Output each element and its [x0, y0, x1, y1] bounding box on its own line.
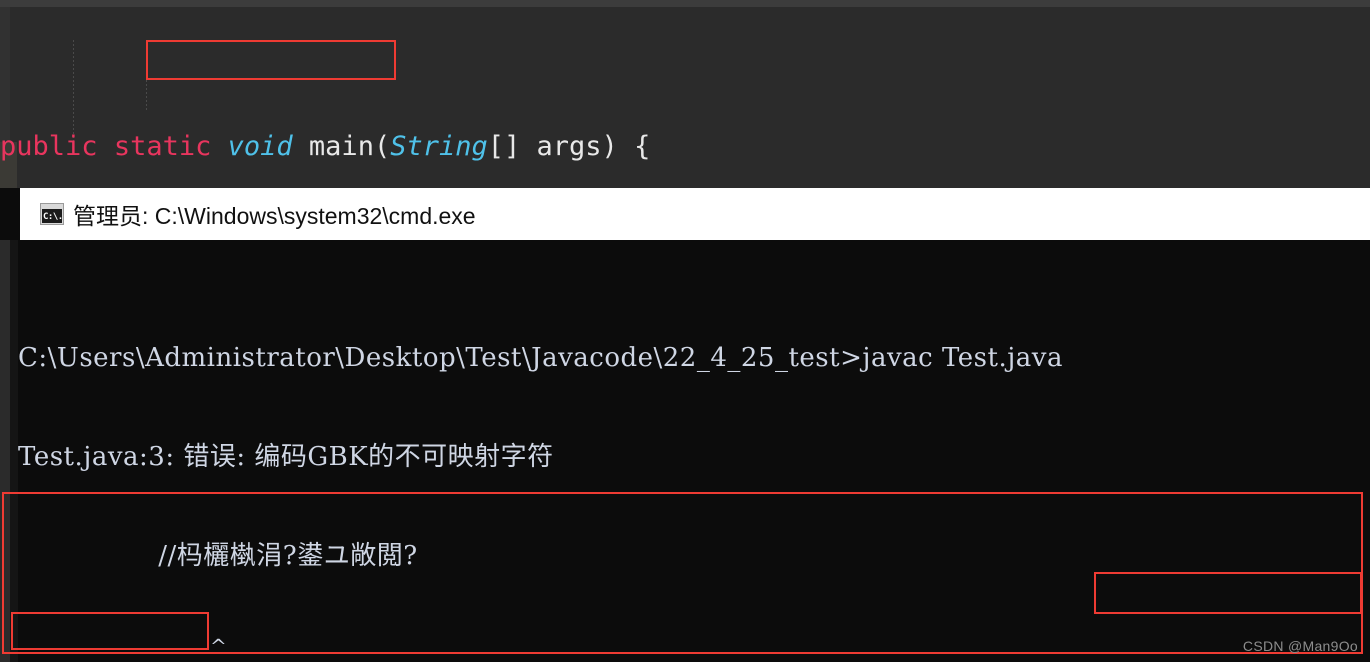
code-block[interactable]: public static void main(String[] args) {… [0, 7, 1370, 188]
cmd-window-title: 管理员: C:\Windows\system32\cmd.exe [73, 203, 476, 229]
editor-top-strip [0, 0, 1370, 7]
code-editor-pane[interactable]: public static void main(String[] args) {… [0, 0, 1370, 188]
code-line-signature[interactable]: public static void main(String[] args) { [0, 127, 1370, 167]
method-name-main: main [308, 131, 374, 162]
space-3 [293, 131, 309, 162]
keyword-public: public [0, 131, 98, 162]
csdn-watermark: CSDN @Man9Oo [1242, 638, 1358, 654]
screenshot-root: public static void main(String[] args) {… [0, 0, 1370, 662]
paren-open: ( [373, 131, 391, 162]
space-1 [98, 131, 114, 162]
space-2 [211, 131, 227, 162]
console-left-inner-strip [10, 240, 18, 662]
keyword-void: void [227, 131, 293, 162]
params-tail: [] args) { [487, 131, 651, 162]
console-line-prompt-javac: C:\Users\Administrator\Desktop\Test\Java… [18, 343, 1063, 373]
type-string: String [390, 131, 488, 162]
console-line-error-1-header: Test.java:3: 错误: 编码GBK的不可映射字符 [18, 442, 554, 472]
console-line-error-1-caret: ^ [18, 634, 228, 658]
console-line-error-1-source: //杩欐槸涓?鍙ユ敞閲? [18, 541, 418, 571]
console-output: C:\Users\Administrator\Desktop\Test\Java… [18, 276, 1370, 662]
cmd-window-titlebar[interactable]: 管理员: C:\Windows\system32\cmd.exe [20, 188, 1370, 240]
console-left-edge-strip [0, 240, 10, 662]
keyword-static: static [113, 131, 212, 162]
cmd-console-body[interactable]: C:\Users\Administrator\Desktop\Test\Java… [0, 240, 1370, 662]
cmd-console-icon [40, 203, 64, 225]
